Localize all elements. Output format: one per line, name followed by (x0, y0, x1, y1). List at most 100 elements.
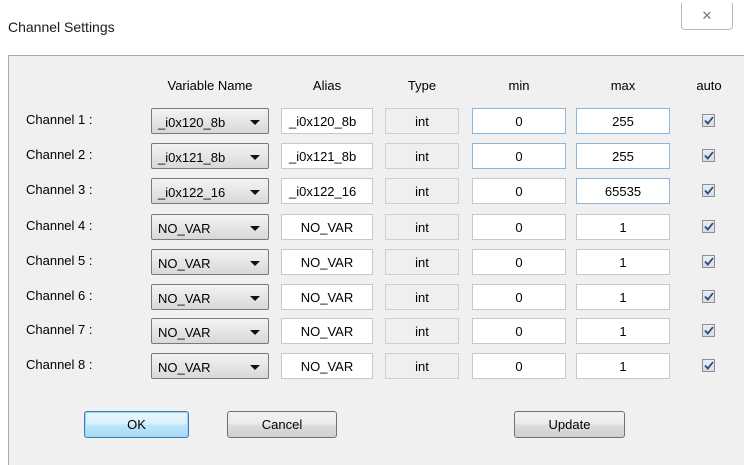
header-min: min (508, 78, 530, 93)
alias-field[interactable]: NO_VAR (281, 249, 373, 275)
chevron-down-icon[interactable] (250, 155, 260, 160)
channel-label: Channel 2 : (26, 147, 93, 162)
auto-checkbox[interactable] (702, 290, 715, 303)
variable-name-value: NO_VAR (158, 256, 211, 271)
chevron-down-icon[interactable] (250, 226, 260, 231)
channel-label: Channel 8 : (26, 357, 93, 372)
auto-checkbox[interactable] (702, 149, 715, 162)
alias-field[interactable]: NO_VAR (281, 214, 373, 240)
channel-row: Channel 6 : NO_VAR NO_VAR int 0 1 (0, 284, 744, 310)
variable-name-dropdown[interactable]: _i0x121_8b (151, 143, 269, 169)
type-field: int (385, 249, 459, 275)
channel-label: Channel 1 : (26, 112, 93, 127)
variable-name-dropdown[interactable]: NO_VAR (151, 284, 269, 310)
variable-name-value: NO_VAR (158, 360, 211, 375)
max-field[interactable]: 255 (576, 143, 670, 169)
checkmark-icon (703, 361, 714, 370)
variable-name-value: NO_VAR (158, 325, 211, 340)
channel-label: Channel 3 : (26, 182, 93, 197)
chevron-down-icon[interactable] (250, 120, 260, 125)
type-field: int (385, 214, 459, 240)
channel-row: Channel 2 : _i0x121_8b _i0x121_8b int 0 255 (0, 143, 744, 169)
chevron-down-icon[interactable] (250, 330, 260, 335)
type-field: int (385, 143, 459, 169)
checkmark-icon (703, 257, 714, 266)
channel-row: Channel 7 : NO_VAR NO_VAR int 0 1 (0, 318, 744, 344)
close-icon: ✕ (701, 8, 713, 23)
variable-name-dropdown[interactable]: NO_VAR (151, 353, 269, 379)
max-field[interactable]: 1 (576, 318, 670, 344)
channel-label: Channel 5 : (26, 253, 93, 268)
chevron-down-icon[interactable] (250, 190, 260, 195)
auto-checkbox[interactable] (702, 114, 715, 127)
variable-name-value: _i0x121_8b (158, 150, 226, 165)
max-field[interactable]: 1 (576, 214, 670, 240)
variable-name-value: _i0x120_8b (158, 115, 226, 130)
type-field: int (385, 318, 459, 344)
checkmark-icon (703, 292, 714, 301)
channel-row: Channel 5 : NO_VAR NO_VAR int 0 1 (0, 249, 744, 275)
checkmark-icon (703, 186, 714, 195)
max-field[interactable]: 1 (576, 284, 670, 310)
type-field: int (385, 353, 459, 379)
checkmark-icon (703, 151, 714, 160)
alias-field[interactable]: _i0x122_16 (281, 178, 373, 204)
alias-field[interactable]: NO_VAR (281, 284, 373, 310)
checkmark-icon (703, 222, 714, 231)
auto-checkbox[interactable] (702, 324, 715, 337)
channel-label: Channel 7 : (26, 322, 93, 337)
alias-field[interactable]: _i0x120_8b (281, 108, 373, 134)
variable-name-dropdown[interactable]: _i0x122_16 (151, 178, 269, 204)
ok-button[interactable]: OK (84, 411, 189, 438)
auto-checkbox[interactable] (702, 359, 715, 372)
checkmark-icon (703, 326, 714, 335)
type-field: int (385, 284, 459, 310)
header-type: Type (407, 78, 437, 93)
min-field[interactable]: 0 (472, 214, 566, 240)
min-field[interactable]: 0 (472, 318, 566, 344)
type-field: int (385, 178, 459, 204)
header-max: max (610, 78, 636, 93)
update-button[interactable]: Update (514, 411, 625, 438)
variable-name-dropdown[interactable]: NO_VAR (151, 214, 269, 240)
min-field[interactable]: 0 (472, 284, 566, 310)
max-field[interactable]: 1 (576, 249, 670, 275)
variable-name-dropdown[interactable]: NO_VAR (151, 249, 269, 275)
header-auto: auto (696, 78, 722, 93)
min-field[interactable]: 0 (472, 249, 566, 275)
variable-name-value: NO_VAR (158, 221, 211, 236)
chevron-down-icon[interactable] (250, 365, 260, 370)
variable-name-dropdown[interactable]: NO_VAR (151, 318, 269, 344)
variable-name-dropdown[interactable]: _i0x120_8b (151, 108, 269, 134)
cancel-button[interactable]: Cancel (227, 411, 337, 438)
header-variable-name: Variable Name (167, 78, 253, 93)
chevron-down-icon[interactable] (250, 296, 260, 301)
max-field[interactable]: 255 (576, 108, 670, 134)
header-alias: Alias (312, 78, 342, 93)
type-field: int (385, 108, 459, 134)
channel-label: Channel 4 : (26, 218, 93, 233)
channel-row: Channel 1 : _i0x120_8b _i0x120_8b int 0 255 (0, 108, 744, 134)
channel-label: Channel 6 : (26, 288, 93, 303)
chevron-down-icon[interactable] (250, 261, 260, 266)
variable-name-value: NO_VAR (158, 291, 211, 306)
checkmark-icon (703, 116, 714, 125)
min-field[interactable]: 0 (472, 178, 566, 204)
variable-name-value: _i0x122_16 (158, 185, 226, 200)
auto-checkbox[interactable] (702, 184, 715, 197)
max-field[interactable]: 1 (576, 353, 670, 379)
auto-checkbox[interactable] (702, 220, 715, 233)
channel-row: Channel 3 : _i0x122_16 _i0x122_16 int 0 65535 (0, 178, 744, 204)
max-field[interactable]: 65535 (576, 178, 670, 204)
min-field[interactable]: 0 (472, 143, 566, 169)
window-title: Channel Settings (8, 19, 115, 35)
auto-checkbox[interactable] (702, 255, 715, 268)
alias-field[interactable]: _i0x121_8b (281, 143, 373, 169)
alias-field[interactable]: NO_VAR (281, 318, 373, 344)
alias-field[interactable]: NO_VAR (281, 353, 373, 379)
min-field[interactable]: 0 (472, 108, 566, 134)
channel-row: Channel 4 : NO_VAR NO_VAR int 0 1 (0, 214, 744, 240)
close-button[interactable]: ✕ (681, 3, 733, 30)
min-field[interactable]: 0 (472, 353, 566, 379)
channel-row: Channel 8 : NO_VAR NO_VAR int 0 1 (0, 353, 744, 379)
